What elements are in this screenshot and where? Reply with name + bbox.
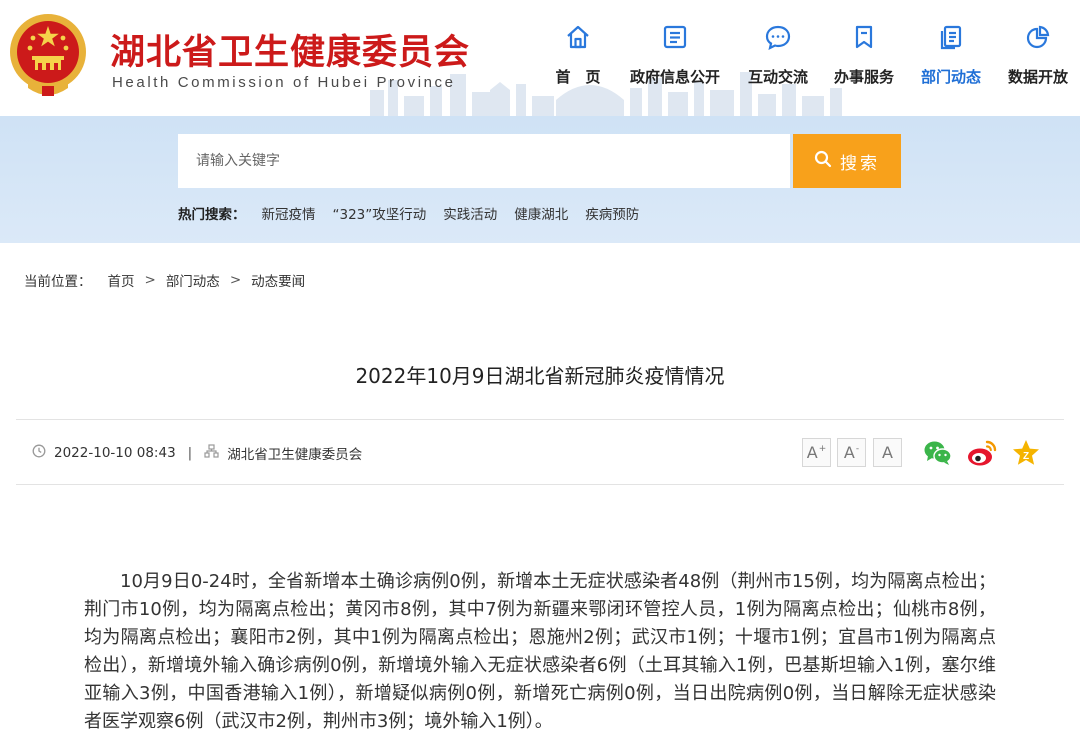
hot-search-item[interactable]: “323”攻坚行动 xyxy=(333,203,427,223)
nav-item-open-data[interactable]: 数据开放 xyxy=(1005,22,1071,102)
breadcrumb-link-department-news[interactable]: 部门动态 xyxy=(166,270,220,290)
search-icon xyxy=(814,150,832,173)
nav-item-gov-info[interactable]: 政府信息公开 xyxy=(626,22,724,102)
clock-icon xyxy=(32,444,54,462)
document-icon xyxy=(936,22,966,52)
search-button[interactable]: 搜索 xyxy=(793,134,901,188)
search-section: 搜索 热门搜索： 新冠疫情 “323”攻坚行动 实践活动 健康湖北 疾病预防 xyxy=(0,116,1080,243)
nav-label: 互动交流 xyxy=(747,68,808,86)
list-icon xyxy=(660,22,690,52)
bookmark-icon xyxy=(849,22,879,52)
search-button-label: 搜索 xyxy=(840,153,880,174)
hot-search-label: 热门搜索： xyxy=(178,207,246,223)
font-size-increase-button[interactable]: A + xyxy=(802,438,831,467)
breadcrumb: 当前位置： 首页 > 部门动态 > 动态要闻 xyxy=(24,270,305,290)
font-size-decrease-button[interactable]: A- xyxy=(837,438,866,467)
font-size-reset-button[interactable]: A xyxy=(873,438,902,467)
article-source: 湖北省卫生健康委员会 xyxy=(227,447,363,463)
nav-label: 部门动态 xyxy=(920,68,981,86)
hot-search-row: 热门搜索： 新冠疫情 “323”攻坚行动 实践活动 健康湖北 疾病预防 xyxy=(178,203,656,223)
nav-item-department-news[interactable]: 部门动态 xyxy=(918,22,984,102)
home-icon xyxy=(563,22,593,52)
favorite-icon[interactable]: Z xyxy=(1010,437,1042,469)
nav-item-services[interactable]: 办事服务 xyxy=(831,22,897,102)
hot-search-item[interactable]: 实践活动 xyxy=(443,203,497,223)
nav-label: 政府信息公开 xyxy=(629,68,720,86)
nav-label: 首 页 xyxy=(555,68,601,86)
search-input[interactable] xyxy=(178,134,790,188)
nav-label: 数据开放 xyxy=(1007,68,1068,86)
nav-item-interaction[interactable]: 互动交流 xyxy=(745,22,811,102)
site-subtitle: Health Commission of Hubei Province xyxy=(112,74,456,91)
chat-icon xyxy=(763,22,793,52)
site-header: 湖北省卫生健康委员会 Health Commission of Hubei Pr… xyxy=(0,0,1080,116)
article-body: 10月9日0-24时，全省新增本土确诊病例0例，新增本土无症状感染者48例（荆州… xyxy=(84,571,996,732)
meta-separator: | xyxy=(187,445,193,461)
hot-search-item[interactable]: 健康湖北 xyxy=(514,203,568,223)
svg-text:Z: Z xyxy=(1023,451,1029,462)
weibo-icon[interactable] xyxy=(966,437,998,469)
hot-search-item[interactable]: 疾病预防 xyxy=(585,203,639,223)
publish-date: 2022-10-10 08:43 xyxy=(54,445,176,461)
article-meta: 2022-10-10 08:43 | 湖北省卫生健康委员会 xyxy=(32,443,362,463)
pie-chart-icon xyxy=(1023,22,1053,52)
hot-search-item[interactable]: 新冠疫情 xyxy=(262,203,316,223)
breadcrumb-link-home[interactable]: 首页 xyxy=(108,270,135,290)
title-divider xyxy=(16,419,1064,420)
breadcrumb-separator: > xyxy=(144,272,156,288)
nav-item-home[interactable]: 首 页 xyxy=(553,22,603,102)
breadcrumb-label: 当前位置： xyxy=(24,274,92,290)
national-emblem-logo xyxy=(10,14,86,96)
organization-icon xyxy=(204,444,227,462)
breadcrumb-separator: > xyxy=(229,272,242,288)
article-title: 2022年10月9日湖北省新冠肺炎疫情情况 xyxy=(355,364,725,388)
nav-label: 办事服务 xyxy=(833,68,894,86)
meta-divider xyxy=(16,484,1064,485)
wechat-icon[interactable] xyxy=(922,437,954,469)
site-title: 湖北省卫生健康委员会 xyxy=(110,32,471,73)
breadcrumb-link-news-highlights[interactable]: 动态要闻 xyxy=(251,270,305,290)
